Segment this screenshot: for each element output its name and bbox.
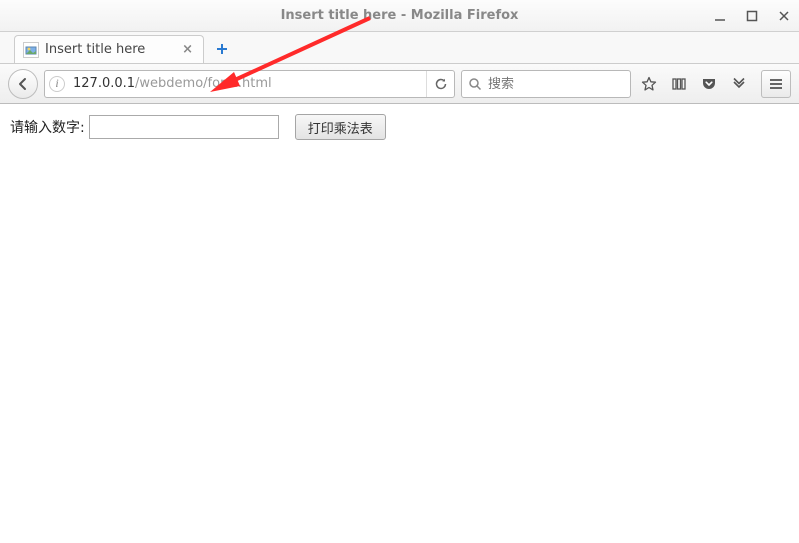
tab-title: Insert title here [45, 42, 145, 57]
library-button[interactable] [667, 72, 691, 96]
page-content: 请输入数字: 打印乘法表 [0, 104, 799, 543]
url-bar[interactable]: i 127.0.0.1/webdemo/form.html [44, 70, 455, 98]
window-maximize-button[interactable] [745, 9, 759, 23]
search-input[interactable] [488, 76, 624, 91]
url-text[interactable]: 127.0.0.1/webdemo/form.html [69, 76, 426, 91]
menu-button[interactable] [761, 70, 791, 98]
window-close-button[interactable] [777, 9, 791, 23]
window-title: Insert title here - Mozilla Firefox [281, 8, 519, 23]
tab-close-button[interactable]: × [180, 42, 195, 57]
url-path: /webdemo/form.html [135, 76, 272, 91]
tab-favicon-icon [23, 42, 39, 58]
pocket-button[interactable] [697, 72, 721, 96]
number-label: 请输入数字: [10, 117, 85, 137]
number-input[interactable] [89, 115, 279, 139]
new-tab-button[interactable] [210, 37, 234, 61]
form-row: 请输入数字: 打印乘法表 [10, 114, 789, 140]
tab-active[interactable]: Insert title here × [14, 35, 204, 63]
search-icon [468, 77, 482, 91]
reload-button[interactable] [426, 71, 454, 97]
bookmark-star-button[interactable] [637, 72, 661, 96]
window-minimize-button[interactable] [713, 9, 727, 23]
search-box[interactable] [461, 70, 631, 98]
print-table-button[interactable]: 打印乘法表 [295, 114, 386, 140]
navigation-toolbar: i 127.0.0.1/webdemo/form.html [0, 64, 799, 104]
url-host: 127.0.0.1 [73, 76, 135, 91]
window-titlebar: Insert title here - Mozilla Firefox [0, 0, 799, 32]
back-button[interactable] [8, 69, 38, 99]
overflow-button[interactable] [727, 72, 751, 96]
tab-strip: Insert title here × [0, 32, 799, 64]
site-info-icon[interactable]: i [49, 76, 65, 92]
